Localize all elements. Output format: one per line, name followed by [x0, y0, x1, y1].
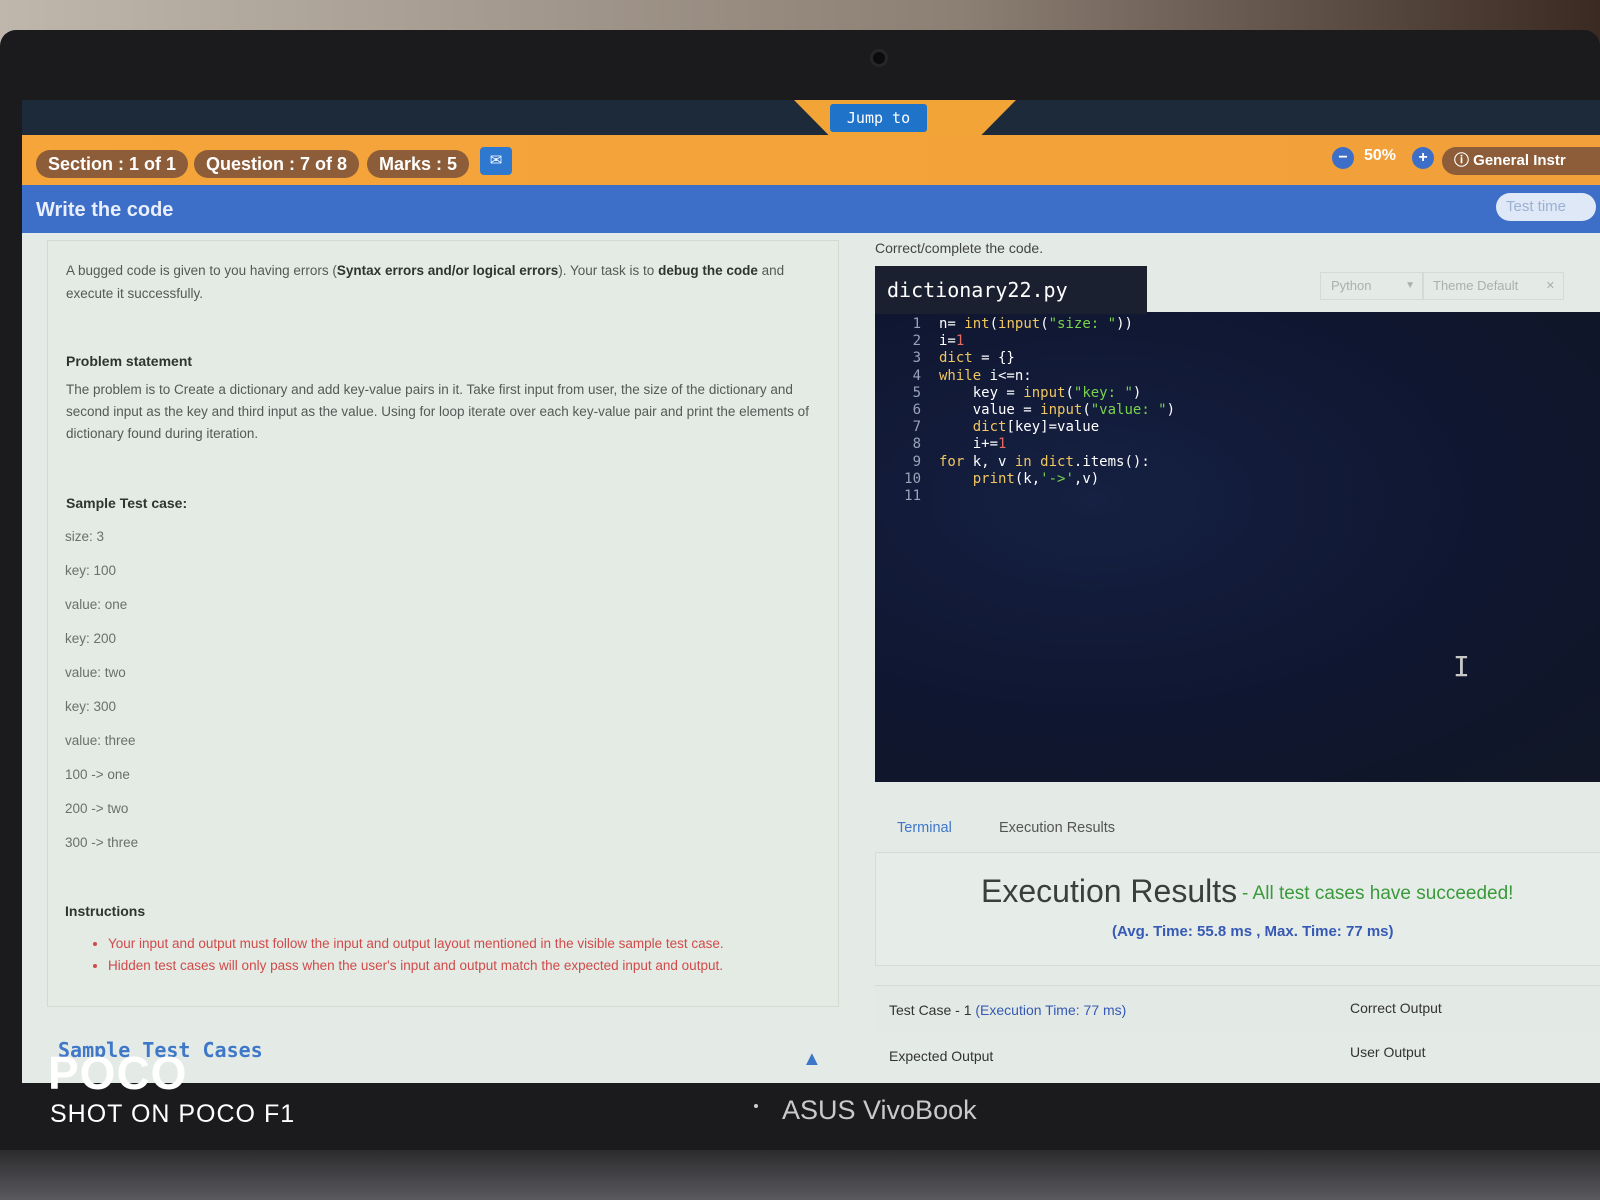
- laptop-brand: ASUS VivoBook: [782, 1095, 977, 1125]
- instruction-item: Your input and output must follow the in…: [108, 933, 724, 955]
- chevron-up-icon[interactable]: ▲: [802, 1048, 822, 1071]
- theme-select[interactable]: Theme Default ✕: [1422, 272, 1564, 300]
- test-case-row[interactable]: Test Case - 1 (Execution Time: 77 ms) Co…: [875, 985, 1600, 1064]
- photo-watermark-sub: SHOT ON POCO F1: [50, 1100, 296, 1128]
- tab-terminal[interactable]: Terminal: [897, 820, 952, 836]
- results-times: (Avg. Time: 55.8 ms , Max. Time: 77 ms): [1112, 923, 1394, 940]
- code-line[interactable]: 5 key = input("key: "): [875, 385, 1142, 402]
- language-value: Python: [1331, 278, 1372, 293]
- language-select[interactable]: Python ▼: [1320, 272, 1424, 300]
- exam-header-bar: Section : 1 of 1 Question : 7 of 8 Marks…: [22, 135, 1600, 185]
- general-instructions-button[interactable]: ⓘ General Instr: [1442, 147, 1600, 175]
- webcam: [873, 52, 885, 64]
- user-output-label: User Output: [1350, 1044, 1426, 1060]
- code-line[interactable]: 3 dict = {}: [875, 350, 1015, 367]
- marks-indicator: Marks : 5: [367, 150, 470, 178]
- test-timer: Test time: [1496, 193, 1596, 221]
- code-editor[interactable]: 1 n= int(input("size: ")) 2 i=1 3 dict = {}…: [875, 312, 1600, 782]
- intro-part: A bugged code is given to you having err…: [66, 263, 337, 278]
- question-title-bar: Write the code Test time: [22, 185, 1600, 233]
- code-line[interactable]: 6 value = input("value: "): [875, 402, 1175, 419]
- section-indicator[interactable]: Section : 1 of 1: [36, 150, 189, 178]
- problem-panel: A bugged code is given to you having err…: [47, 240, 839, 1007]
- page-title: Write the code: [36, 199, 174, 221]
- execution-results-box: Execution Results - All test cases have …: [875, 852, 1600, 966]
- chat-icon: ✉: [489, 152, 503, 169]
- instructions-heading: Instructions: [65, 903, 146, 919]
- text-cursor-icon: I: [1453, 650, 1470, 683]
- intro-bold: Syntax errors and/or logical errors: [336, 263, 559, 278]
- info-icon: ⓘ: [1454, 152, 1474, 169]
- chevron-down-icon: ▼: [1405, 280, 1415, 291]
- chat-button[interactable]: ✉: [480, 147, 512, 175]
- sample-line: 200 -> two: [65, 801, 129, 816]
- code-line[interactable]: 10 print(k,'->',v): [875, 471, 1099, 488]
- laptop-bottom-edge: [0, 1150, 1600, 1200]
- code-line[interactable]: 7 dict[key]=value: [875, 419, 1100, 436]
- instruction-item: Hidden test cases will only pass when th…: [108, 955, 724, 977]
- sample-line: value: two: [65, 665, 126, 680]
- laptop-screen: Jump to Section : 1 of 1 Question : 7 of…: [22, 100, 1600, 1083]
- sample-line: 300 -> three: [65, 835, 139, 850]
- code-line[interactable]: 4 while i<=n:: [875, 368, 1032, 385]
- zoom-in-icon[interactable]: +: [1412, 147, 1434, 169]
- code-line[interactable]: 11: [875, 488, 939, 505]
- code-line[interactable]: 9 for k, v in dict.items():: [875, 454, 1150, 471]
- test-case-time: (Execution Time: 77 ms): [975, 1002, 1127, 1018]
- results-message: - All test cases have succeeded!: [1242, 883, 1514, 904]
- sample-line: value: three: [65, 733, 136, 748]
- sample-line: 100 -> one: [65, 767, 130, 782]
- intro-bold: debug the code: [658, 263, 758, 278]
- question-indicator[interactable]: Question : 7 of 8: [194, 150, 360, 178]
- test-case-label: Test Case - 1 (Execution Time: 77 ms): [889, 1002, 1126, 1018]
- tab-execution-results[interactable]: Execution Results: [999, 820, 1115, 836]
- code-line[interactable]: 2 i=1: [875, 333, 965, 350]
- intro-text: A bugged code is given to you having err…: [66, 259, 826, 305]
- correct-output-label: Correct Output: [1350, 1000, 1442, 1016]
- output-tabs: Terminal Execution Results: [875, 806, 1600, 853]
- close-icon: ✕: [1545, 280, 1555, 292]
- jump-to-button[interactable]: Jump to: [830, 104, 927, 132]
- file-tab[interactable]: dictionary22.py: [875, 266, 1147, 314]
- editor-heading: Correct/complete the code.: [875, 240, 1044, 256]
- sample-line: key: 100: [65, 563, 117, 578]
- sample-line: key: 200: [65, 631, 117, 646]
- bezel-dot: [754, 1104, 758, 1108]
- instructions-list: Your input and output must follow the in…: [90, 933, 724, 977]
- test-case-name: Test Case - 1: [889, 1002, 972, 1018]
- sample-line: value: one: [65, 597, 128, 612]
- sample-line: key: 300: [65, 699, 117, 714]
- theme-value: Theme Default: [1433, 278, 1519, 293]
- intro-part: ). Your task is to: [558, 263, 659, 278]
- results-title: Execution Results: [981, 873, 1238, 909]
- zoom-out-icon[interactable]: −: [1332, 147, 1354, 169]
- sample-test-case-heading: Sample Test case:: [66, 495, 188, 511]
- problem-statement-text: The problem is to Create a dictionary an…: [66, 382, 809, 441]
- photo-watermark-brand: POCO: [48, 1047, 188, 1099]
- code-line[interactable]: 1 n= int(input("size: ")): [875, 316, 1133, 333]
- general-instructions-label: General Instr: [1473, 152, 1566, 169]
- code-line[interactable]: 8 i+=1: [875, 436, 1007, 453]
- sample-line: size: 3: [65, 529, 105, 544]
- expected-output-label: Expected Output: [889, 1048, 994, 1064]
- problem-statement-heading: Problem statement: [66, 353, 193, 369]
- zoom-level: 50%: [1364, 147, 1397, 164]
